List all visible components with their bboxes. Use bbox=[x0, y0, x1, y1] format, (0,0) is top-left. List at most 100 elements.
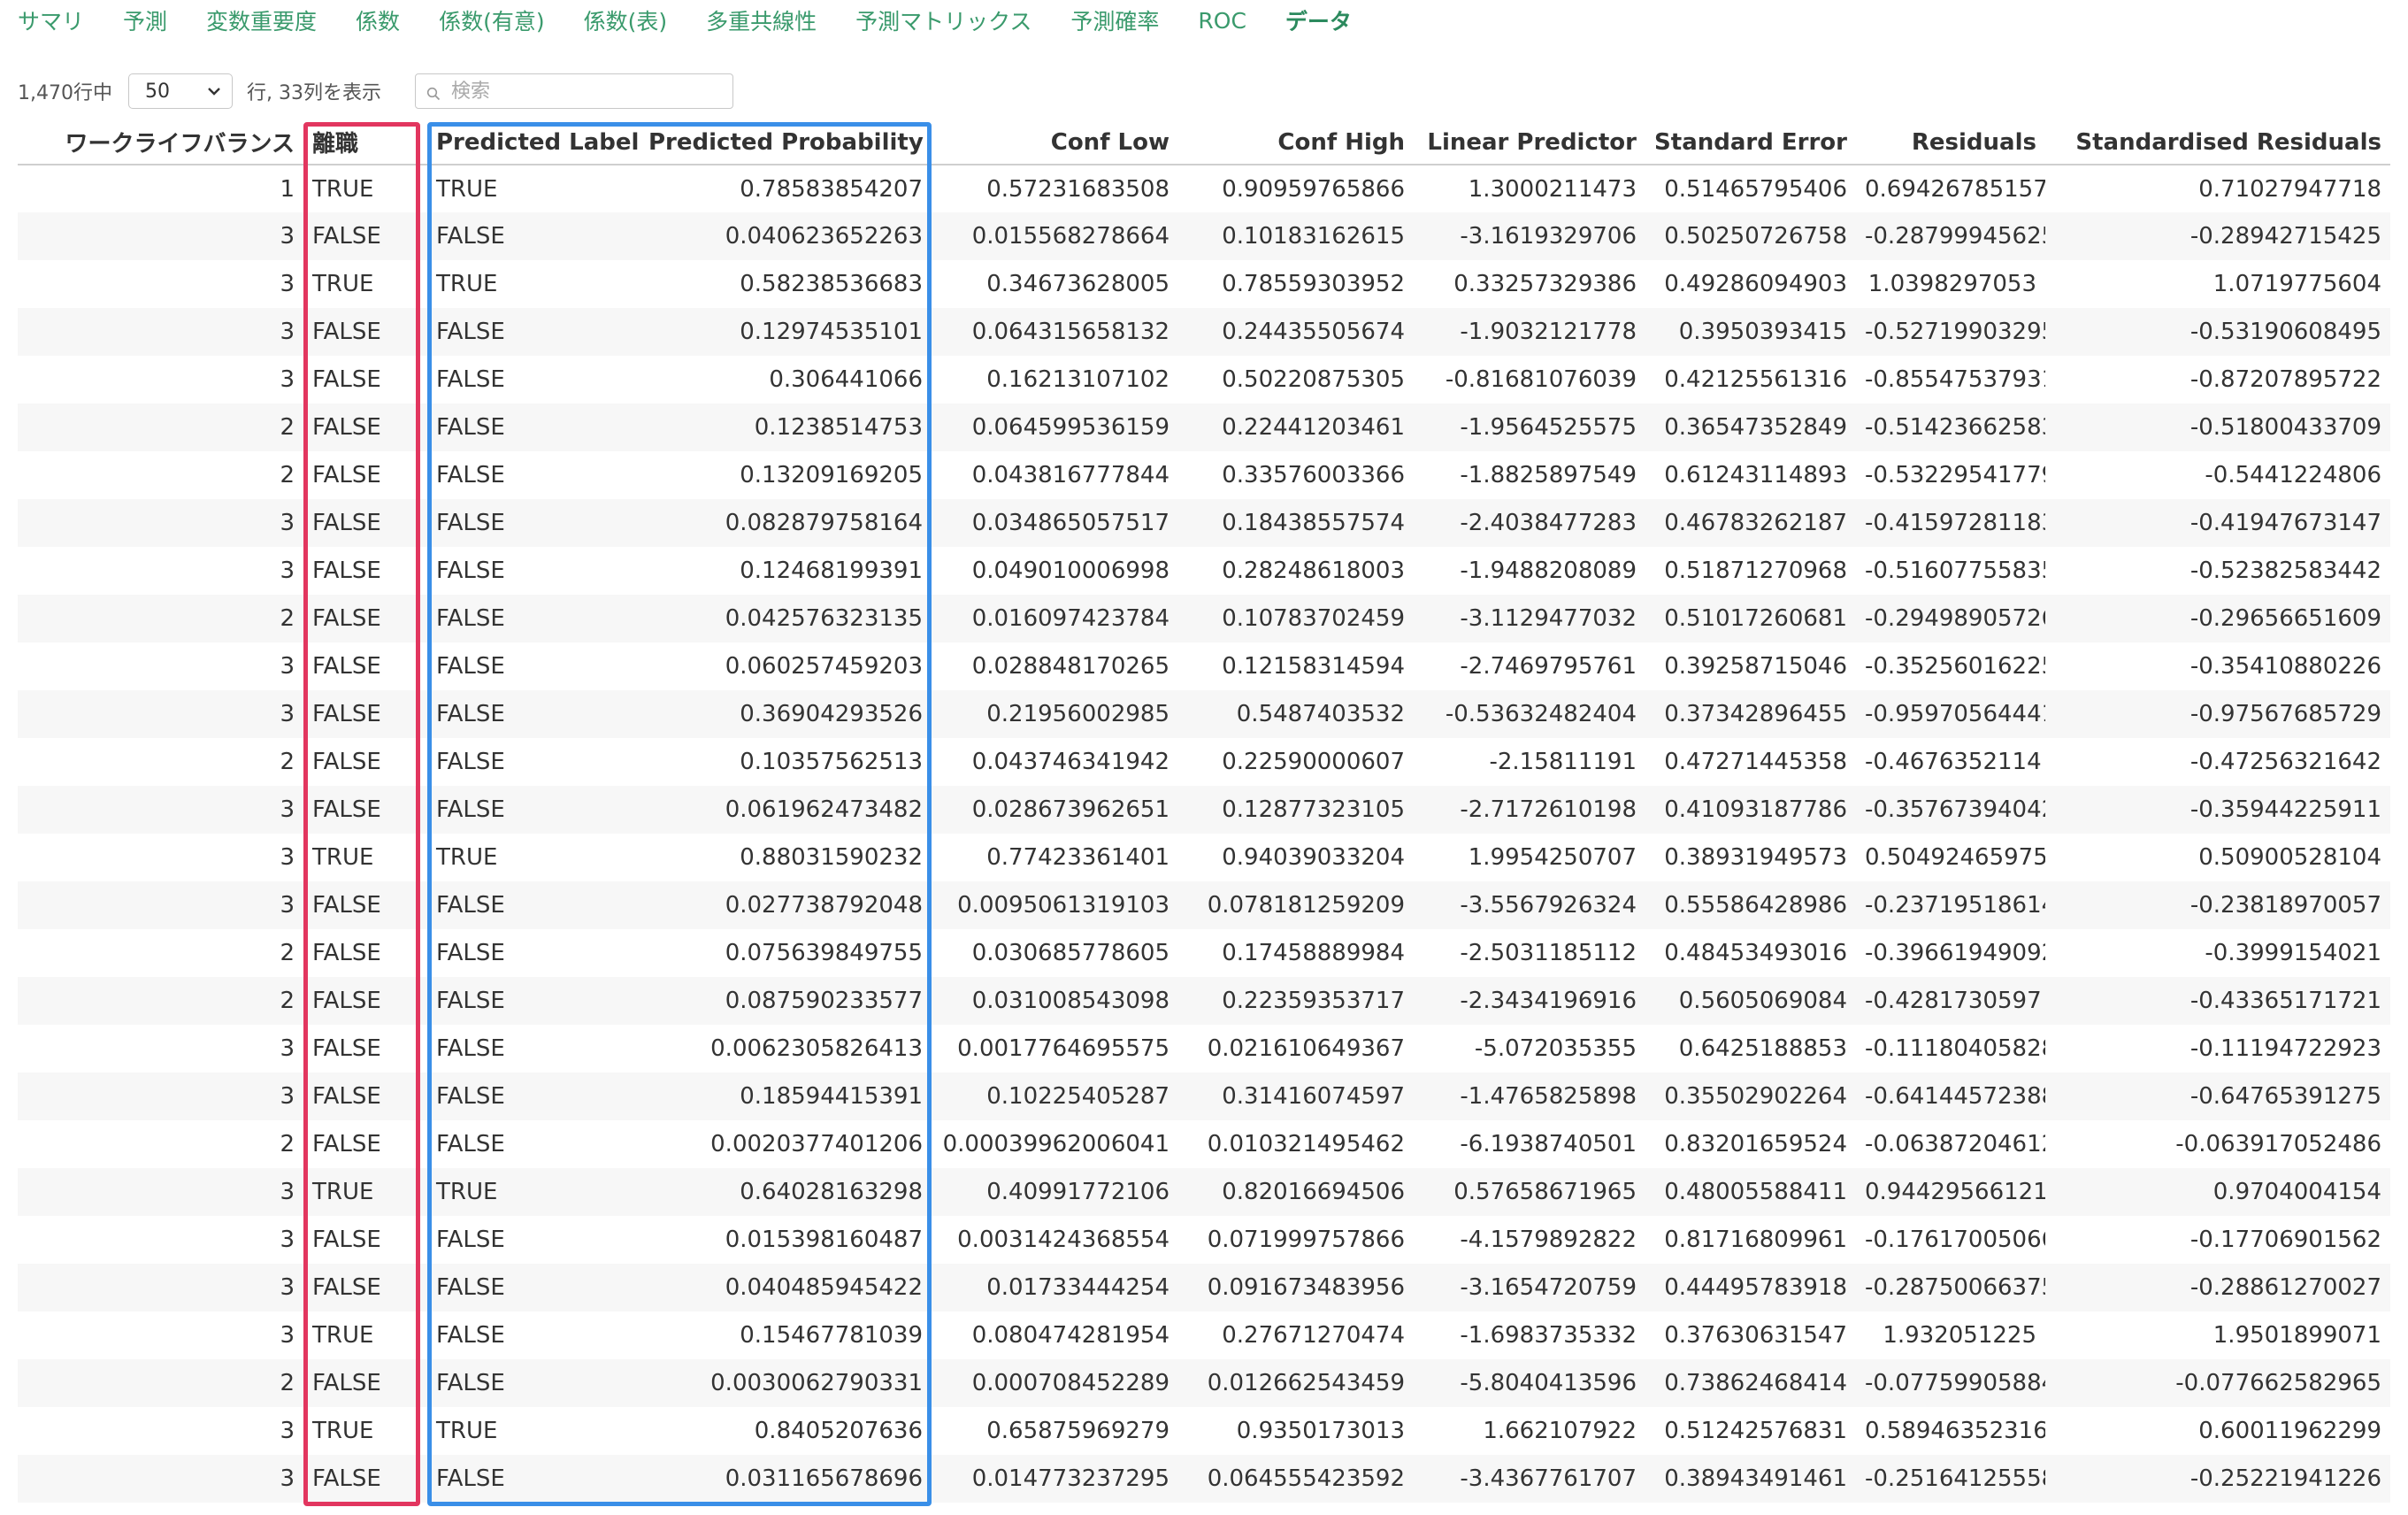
tab-9[interactable]: ROC bbox=[1198, 8, 1246, 34]
table-cell: 2 bbox=[280, 940, 295, 966]
table-cell: 0.22359353717 bbox=[1178, 977, 1414, 1025]
table-cell: 0.58238536683 bbox=[740, 271, 923, 297]
table-cell: TRUE bbox=[436, 844, 498, 871]
table-cell: -0.52719903295 bbox=[1856, 308, 2045, 356]
table-cell: -0.063917052486 bbox=[2175, 1131, 2381, 1157]
table-cell: -3.1129477032 bbox=[1414, 595, 1645, 642]
table-cell: TRUE bbox=[436, 271, 498, 297]
tab-5[interactable]: 係数(表) bbox=[584, 4, 668, 36]
table-cell: 3 bbox=[280, 1322, 295, 1349]
tab-3[interactable]: 係数 bbox=[356, 4, 400, 36]
table-cell: 0.28248618003 bbox=[1222, 558, 1405, 584]
table-cell: FALSE bbox=[427, 404, 640, 451]
table-cell: FALSE bbox=[303, 786, 427, 834]
column-header[interactable]: 離職 bbox=[303, 120, 427, 165]
tab-0[interactable]: サマリ bbox=[18, 4, 84, 36]
table-cell: 0.71027947718 bbox=[2198, 175, 2381, 203]
table-cell: 0.0030062790331 bbox=[640, 1359, 932, 1407]
table-row: 3 TRUE TRUE 0.64028163298 0.40991772106 0.820… bbox=[18, 1168, 2390, 1216]
table-cell: FALSE bbox=[436, 1131, 505, 1157]
table-cell: -1.8825897549 bbox=[1460, 462, 1637, 488]
tab-1[interactable]: 予測 bbox=[123, 4, 167, 36]
search-input[interactable] bbox=[449, 79, 709, 104]
table-cell: 0.33257329386 bbox=[1453, 271, 1637, 297]
column-header[interactable]: Conf High bbox=[1178, 120, 1414, 165]
table-cell: 0.043746341942 bbox=[971, 749, 1169, 775]
table-cell: 0.35502902264 bbox=[1645, 1073, 1856, 1120]
table-cell: FALSE bbox=[303, 977, 427, 1025]
table-cell: FALSE bbox=[427, 595, 640, 642]
table-cell: 1 bbox=[280, 175, 295, 203]
table-cell: FALSE bbox=[303, 404, 427, 451]
tab-4[interactable]: 係数(有意) bbox=[439, 4, 545, 36]
table-cell: 0.030685778605 bbox=[971, 940, 1169, 966]
table-cell: -0.41947673147 bbox=[2045, 499, 2390, 547]
table-cell: 0.90959765866 bbox=[1222, 175, 1405, 203]
table-cell: 0.13209169205 bbox=[740, 462, 923, 488]
column-header[interactable]: Predicted Label bbox=[427, 120, 640, 165]
table-header-row: ワークライフバランス 離職 Predicted Label Predicted Pro… bbox=[18, 120, 2390, 165]
tab-8[interactable]: 予測確率 bbox=[1070, 4, 1159, 36]
tab-2[interactable]: 変数重要度 bbox=[206, 4, 317, 36]
table-cell: -0.25164125558 bbox=[1856, 1455, 2045, 1503]
table-cell: -0.4676352114 bbox=[1865, 749, 2042, 775]
table-cell: FALSE bbox=[312, 1035, 381, 1062]
table-cell: FALSE bbox=[427, 786, 640, 834]
table-cell: FALSE bbox=[303, 595, 427, 642]
column-header[interactable]: Predicted Probability bbox=[640, 120, 932, 165]
table-cell: 0.34673628005 bbox=[986, 271, 1169, 297]
table-cell: 0.028848170265 bbox=[971, 653, 1169, 680]
table-cell: 0.012662543459 bbox=[1178, 1359, 1414, 1407]
tab-7[interactable]: 予測マトリックス bbox=[855, 4, 1031, 36]
table-cell: -0.17617005066 bbox=[1865, 1227, 2045, 1253]
table-cell: 0.24435505674 bbox=[1178, 308, 1414, 356]
table-row: 2 FALSE FALSE 0.13209169205 0.043816777844 0.… bbox=[18, 451, 2390, 499]
table-row: 2 FALSE FALSE 0.042576323135 0.016097423784 0… bbox=[18, 595, 2390, 642]
table-cell: 0.064555423592 bbox=[1178, 1455, 1414, 1503]
table-cell: TRUE bbox=[312, 1418, 374, 1444]
table-cell: 0.55586428986 bbox=[1645, 881, 1856, 929]
table-cell: -0.29656651609 bbox=[2045, 595, 2390, 642]
table-cell: 0.016097423784 bbox=[932, 595, 1178, 642]
table-cell: 0.071999757866 bbox=[1207, 1227, 1405, 1253]
table-cell: 0.21956002985 bbox=[932, 690, 1178, 738]
page-size-select[interactable]: 50 bbox=[127, 73, 233, 109]
table-cell: 0.51465795406 bbox=[1664, 175, 1847, 203]
table-cell: 0.78559303952 bbox=[1222, 271, 1405, 297]
table-cell: FALSE bbox=[436, 653, 505, 680]
table-cell: 0.50220875305 bbox=[1222, 366, 1405, 393]
table-cell: -2.15811191 bbox=[1489, 749, 1637, 775]
table-cell: 0.12158314594 bbox=[1222, 653, 1405, 680]
column-header[interactable]: Standardised Residuals bbox=[2045, 120, 2390, 165]
table-cell: 1.0719775604 bbox=[2212, 271, 2381, 297]
table-cell: 3 bbox=[280, 271, 295, 297]
table-cell: 0.61243114893 bbox=[1664, 462, 1847, 488]
search-box[interactable] bbox=[414, 73, 733, 109]
table-cell: 0.51242576831 bbox=[1664, 1418, 1847, 1444]
table-cell: -0.47256321642 bbox=[2189, 749, 2381, 775]
table-cell: FALSE bbox=[303, 499, 427, 547]
table-row: 2 FALSE FALSE 0.075639849755 0.030685778605 0… bbox=[18, 929, 2390, 977]
column-header[interactable]: Standard Error bbox=[1645, 120, 1856, 165]
column-header[interactable]: Residuals bbox=[1856, 120, 2045, 165]
tab-10[interactable]: データ bbox=[1285, 4, 1352, 36]
table-cell: FALSE bbox=[427, 977, 640, 1025]
table-cell: 0.000708452289 bbox=[932, 1359, 1178, 1407]
tab-6[interactable]: 多重共線性 bbox=[706, 4, 817, 36]
table-cell: 0.10183162615 bbox=[1178, 212, 1414, 260]
table-cell: 0.042576323135 bbox=[640, 595, 932, 642]
table-cell: -2.3434196916 bbox=[1414, 977, 1645, 1025]
column-header[interactable]: Linear Predictor bbox=[1414, 120, 1645, 165]
table-cell: TRUE bbox=[436, 1418, 498, 1444]
table-cell: FALSE bbox=[312, 749, 381, 775]
table-cell: 0.0017764695575 bbox=[957, 1035, 1169, 1062]
table-cell: FALSE bbox=[427, 308, 640, 356]
table-cell: 0.37342896455 bbox=[1645, 690, 1856, 738]
data-table: ワークライフバランス 離職 Predicted Label Predicted Pro… bbox=[18, 120, 2390, 1503]
table-cell: 0.48453493016 bbox=[1664, 940, 1847, 966]
column-header[interactable]: ワークライフバランス bbox=[18, 120, 303, 165]
table-row: 3 FALSE FALSE 0.082879758164 0.034865057517 0… bbox=[18, 499, 2390, 547]
column-header[interactable]: Conf Low bbox=[932, 120, 1178, 165]
table-cell: 0.69426785157 bbox=[1865, 175, 2045, 203]
table-cell: 0.028673962651 bbox=[932, 786, 1178, 834]
